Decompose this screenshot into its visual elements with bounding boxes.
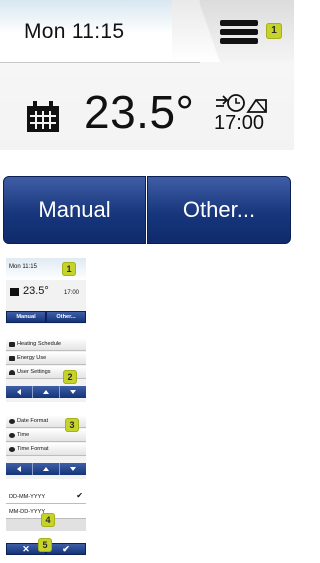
manual-button[interactable]: Manual — [3, 176, 146, 244]
schedule-clock-icon — [216, 94, 267, 113]
nav-bar — [6, 386, 86, 398]
callout-badge-4: 4 — [41, 513, 55, 527]
mini-other-button[interactable]: Other... — [46, 311, 86, 323]
nav-bar — [6, 463, 86, 475]
arrow-left-icon[interactable] — [6, 386, 33, 398]
clock-icon — [9, 446, 15, 452]
user-settings-screen: Date Format Time Time Format 3 — [6, 415, 86, 479]
check-icon: ✔ — [62, 543, 70, 554]
mini-manual-button[interactable]: Manual — [6, 311, 46, 323]
check-icon: ✔ — [76, 491, 83, 500]
setting-item-label: Time Format — [17, 446, 49, 452]
menu-item-label: User Settings — [17, 369, 51, 375]
menu-list-screen: Heating Schedule Energy Use User Setting… — [6, 338, 86, 402]
callout-badge-1-mini: 1 — [62, 262, 76, 276]
menu-icon[interactable] — [220, 20, 258, 44]
confirm-button[interactable]: ✔ — [46, 543, 86, 555]
arrow-up-icon[interactable] — [33, 386, 60, 398]
date-option-label: MM-DD-YYYY — [9, 508, 46, 515]
mini-home-screen: Mon 11:15 1 23.5° 17:00 Manual Other... — [6, 258, 86, 324]
menu-item-energy-use[interactable]: Energy Use — [6, 352, 86, 365]
callout-badge-3: 3 — [65, 418, 79, 432]
callout-badge-2: 2 — [63, 370, 77, 384]
date-option-label: DD-MM-YYYY — [9, 493, 46, 500]
close-icon: ✕ — [22, 543, 30, 554]
arrow-down-icon[interactable] — [60, 463, 86, 475]
mini-temperature: 23.5° — [23, 285, 49, 297]
setting-item-label: Date Format — [17, 418, 49, 424]
menu-item-label: Heating Schedule — [17, 341, 62, 347]
setting-item-label: Time — [17, 432, 30, 438]
user-icon — [9, 369, 15, 375]
clock-icon — [9, 432, 15, 438]
schedule-grid-icon — [9, 341, 15, 347]
main-screen: Mon 11:15 1 23.5° 17:00 Manual Other... — [0, 0, 294, 246]
callout-badge-1: 1 — [266, 23, 282, 39]
other-button[interactable]: Other... — [147, 176, 291, 244]
arrow-left-icon[interactable] — [6, 463, 33, 475]
date-option-selected[interactable]: DD-MM-YYYY ✔ — [6, 490, 86, 504]
arrow-up-icon[interactable] — [33, 463, 60, 475]
current-temperature: 23.5° — [84, 86, 195, 138]
schedule-time: 17:00 — [214, 112, 265, 134]
menu-item-heating-schedule[interactable]: Heating Schedule — [6, 338, 86, 351]
calendar-icon — [27, 101, 59, 132]
mini-current-time: Mon 11:15 — [9, 264, 37, 270]
mini-schedule-time: 17:00 — [64, 290, 80, 296]
arrow-down-icon[interactable] — [60, 386, 86, 398]
mini-calendar-icon — [10, 288, 19, 296]
setting-item-time-format[interactable]: Time Format — [6, 443, 86, 456]
energy-icon — [9, 355, 15, 361]
date-format-screen: DD-MM-YYYY ✔ MM-DD-YYYY 4 ✕ ✔ 5 — [6, 490, 86, 557]
date-icon — [9, 418, 15, 424]
callout-badge-5: 5 — [38, 538, 52, 552]
menu-item-label: Energy Use — [17, 355, 47, 361]
current-time: Mon 11:15 — [24, 20, 125, 43]
